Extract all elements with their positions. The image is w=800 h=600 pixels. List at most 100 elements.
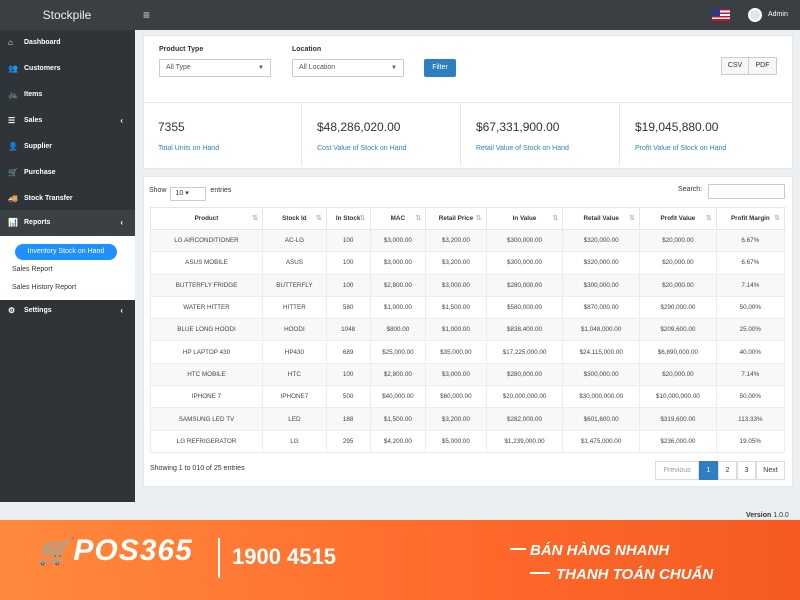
column-header-label: Product <box>194 215 219 222</box>
logo-text: POS365 <box>73 534 193 567</box>
table-cell: $870,000.00 <box>562 295 641 320</box>
sidebar-item-stock-transfer[interactable]: 🚚 Stock Transfer <box>0 186 135 212</box>
entries-value: 10 <box>175 190 184 197</box>
product-type-value: All Type <box>166 64 191 71</box>
table-panel: Show 10 ▾ entries Search: Product ⇅ Stock … <box>143 176 793 487</box>
table-cell: $35,000.00 <box>425 340 487 364</box>
sidebar-item-label: Purchase <box>24 169 56 176</box>
sidebar-item-label: Reports <box>24 219 51 226</box>
pagination-page-1[interactable]: 1 <box>699 461 718 480</box>
filter-button[interactable]: Filter <box>424 59 456 77</box>
column-header[interactable]: Retail Value ⇅ <box>562 207 641 230</box>
sidebar-item-label: Customers <box>24 65 61 72</box>
column-header[interactable]: In Stock ⇅ <box>325 207 371 230</box>
table-cell: $20,000.00 <box>639 228 717 253</box>
column-header[interactable]: Profit Margin ⇅ <box>715 207 786 230</box>
column-header[interactable]: In Value ⇅ <box>485 207 564 230</box>
table-cell: $320,000.00 <box>562 251 641 275</box>
table-row: LG REFRIGERATOR LG 295 $4,200.00 $5,000.00 $1… <box>150 429 786 453</box>
table-cell: $3,000.00 <box>425 273 487 297</box>
column-header[interactable]: Stock Id ⇅ <box>261 207 327 230</box>
pagination-page-2[interactable]: 2 <box>718 461 737 480</box>
table-cell: $319,600.00 <box>639 407 717 431</box>
table-row: LG AIRCONDITIONER AC-LG 100 $3,000.00 $3,200… <box>150 228 786 253</box>
hotline-number: 1900 4515 <box>232 544 336 569</box>
table-cell: 1048 <box>325 318 371 342</box>
sidebar-item-dashboard[interactable]: ⌂ Dashboard <box>0 30 135 56</box>
table-cell: 40.00% <box>715 340 786 364</box>
sort-icon[interactable]: ⇅ <box>774 214 780 222</box>
version-info: Version 1.0.0 <box>746 512 789 519</box>
sort-icon[interactable]: ⇅ <box>476 214 482 222</box>
column-header[interactable]: MAC ⇅ <box>369 207 427 230</box>
pagination-previous[interactable]: Previous <box>655 461 699 480</box>
location-select[interactable]: All Location ▼ <box>292 59 404 77</box>
column-header[interactable]: Product ⇅ <box>150 207 263 230</box>
table-cell: BLUE LONG HOODI <box>150 318 263 342</box>
sidebar-item-purchase[interactable]: 🛒 Purchase <box>0 160 135 186</box>
column-header-label: Retail Value <box>583 215 619 222</box>
column-header[interactable]: Retail Price ⇅ <box>425 207 487 230</box>
bicycle-icon: 🚲 <box>8 90 18 99</box>
table-cell: AC-LG <box>261 228 327 253</box>
table-row: ASUS MOBILE ASUS 100 $3,000.00 $3,200.00 $300… <box>150 251 786 275</box>
table-cell: BUTTERFLY <box>261 273 327 297</box>
csv-button[interactable]: CSV <box>721 57 749 75</box>
sort-icon[interactable]: ⇅ <box>629 214 635 222</box>
speed-line <box>510 548 526 550</box>
sort-icon[interactable]: ⇅ <box>316 214 322 222</box>
table-cell: 113.33% <box>715 407 786 431</box>
dashboard-icon: ⌂ <box>8 38 13 47</box>
table-cell: $24,115,000.00 <box>562 340 641 364</box>
version-label: Version <box>746 512 772 519</box>
sidebar-item-inventory-stock[interactable]: Inventory Stock on Hand <box>15 244 117 260</box>
sidebar-item-sales[interactable]: ☰ Sales ‹ <box>0 108 135 134</box>
table-cell: BUTTERFLY FRIDGE <box>150 273 263 297</box>
gear-icon: ⚙ <box>8 306 16 315</box>
table-cell: 100 <box>325 251 371 275</box>
us-flag-icon[interactable] <box>712 9 730 21</box>
cart-icon: 🛒 <box>8 168 18 177</box>
table-row: HP LAPTOP 430 HP430 689 $25,000.00 $35,000.0… <box>150 340 786 364</box>
sort-icon[interactable]: ⇅ <box>552 214 558 222</box>
product-type-select[interactable]: All Type ▼ <box>159 59 271 77</box>
sidebar-item-sales-history-report[interactable]: Sales History Report <box>12 284 76 291</box>
sidebar-item-reports[interactable]: 📊 Reports ‹ <box>0 210 135 236</box>
sort-icon[interactable]: ⇅ <box>252 214 258 222</box>
table-row: BUTTERFLY FRIDGE BUTTERFLY 100 $2,800.00 $3,… <box>150 273 786 297</box>
user-avatar-icon[interactable] <box>748 8 762 22</box>
table-cell: $290,000.00 <box>639 295 717 320</box>
brand-logo[interactable]: Stockpile <box>0 0 134 30</box>
table-cell: 7.14% <box>715 273 786 297</box>
stat-cost-value: $48,286,020.00 Cost Value of Stock on Han… <box>303 103 461 166</box>
table-cell: $800.00 <box>369 318 427 342</box>
sort-icon[interactable]: ⇅ <box>360 214 366 222</box>
entries-select[interactable]: 10 ▾ <box>170 187 207 201</box>
sidebar-item-supplier[interactable]: 👤 Supplier <box>0 134 135 160</box>
pagination-page-3[interactable]: 3 <box>737 461 756 480</box>
pagination-next[interactable]: Next <box>756 461 785 480</box>
sidebar-item-items[interactable]: 🚲 Items <box>0 82 135 108</box>
sort-icon[interactable]: ⇅ <box>415 214 421 222</box>
menu-toggle-icon[interactable]: ≡ <box>143 8 150 22</box>
pdf-button[interactable]: PDF <box>748 57 777 75</box>
table-header-row: Product ⇅ Stock Id ⇅ In Stock ⇅ MAC ⇅ Retail Pri… <box>150 207 786 230</box>
table-cell: IPHONE7 <box>261 385 327 409</box>
sort-icon[interactable]: ⇅ <box>706 214 712 222</box>
stat-label: Retail Value of Stock on Hand <box>476 145 569 152</box>
banner-divider <box>218 538 220 578</box>
sidebar-item-sales-report[interactable]: Sales Report <box>12 266 52 273</box>
table-cell: ASUS <box>261 251 327 275</box>
column-header-label: Stock Id <box>282 215 307 222</box>
bar-chart-icon: 📊 <box>8 218 18 227</box>
entries-label: entries <box>210 187 232 194</box>
inventory-table: Product ⇅ Stock Id ⇅ In Stock ⇅ MAC ⇅ Retail Pri… <box>150 207 786 453</box>
sidebar-item-customers[interactable]: 👥 Customers <box>0 56 135 82</box>
column-header[interactable]: Profit Value ⇅ <box>639 207 717 230</box>
table-cell: 50.00% <box>715 385 786 409</box>
table-cell: $20,000.00 <box>639 273 717 297</box>
table-cell: 100 <box>325 362 371 387</box>
user-name[interactable]: Admin <box>768 11 788 18</box>
sidebar-item-settings[interactable]: ⚙ Settings ‹ <box>0 298 135 324</box>
search-input[interactable] <box>708 184 785 199</box>
